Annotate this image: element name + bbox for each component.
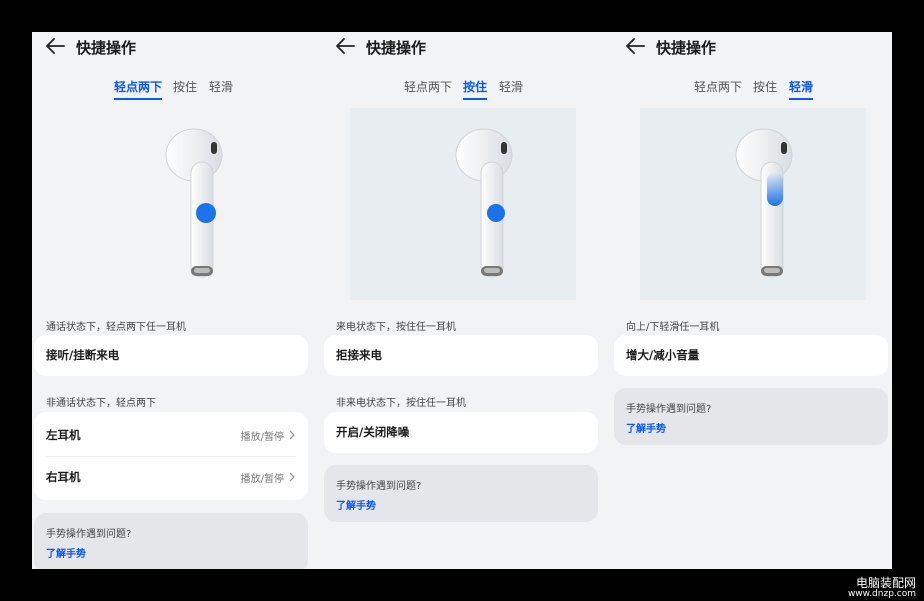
section-label: 非来电状态下，按住任一耳机 xyxy=(336,398,466,409)
header: 快捷操作 xyxy=(32,32,310,60)
row-label: 左耳机 xyxy=(46,428,81,442)
page-title: 快捷操作 xyxy=(656,39,717,57)
tab-double-tap[interactable]: 轻点两下 xyxy=(694,78,742,98)
tab-press-hold[interactable]: 按住 xyxy=(463,78,488,100)
row-label: 接听/挂断来电 xyxy=(46,348,120,362)
swipe-trail xyxy=(767,172,783,206)
hold-dot xyxy=(487,204,505,222)
earbud-icon xyxy=(165,128,223,278)
gesture-tabs: 轻点两下 按住 轻滑 xyxy=(32,78,310,100)
panel-swipe: 快捷操作 轻点两下 按住 轻滑 向上/下轻滑任一耳机 增大/减小音量 手势操作遇… xyxy=(612,32,890,569)
help-card: 手势操作遇到问题? 了解手势 xyxy=(34,513,308,569)
call-action-row[interactable]: 接听/挂断来电 xyxy=(46,335,296,375)
row-label: 右耳机 xyxy=(46,470,81,484)
tab-double-tap[interactable]: 轻点两下 xyxy=(404,78,452,98)
section-label: 非通话状态下，轻点两下 xyxy=(46,398,156,409)
section-label: 向上/下轻滑任一耳机 xyxy=(626,322,720,333)
row-value-text: 播放/暂停 xyxy=(240,473,284,485)
help-question: 手势操作遇到问题? xyxy=(336,481,422,492)
page-title: 快捷操作 xyxy=(76,39,137,57)
panel-press-hold: 快捷操作 轻点两下 按住 轻滑 来电状态下，按住任一耳机 拒接来电 非来电状态下… xyxy=(322,32,600,569)
tab-double-tap[interactable]: 轻点两下 xyxy=(114,78,163,100)
row-value-text: 播放/暂停 xyxy=(240,431,284,443)
settings-card: 开启/关闭降噪 xyxy=(324,412,598,453)
help-question: 手势操作遇到问题? xyxy=(46,529,132,540)
back-arrow-icon[interactable] xyxy=(624,36,646,56)
volume-row[interactable]: 增大/减小音量 xyxy=(626,335,876,375)
row-label: 开启/关闭降噪 xyxy=(336,425,410,439)
chevron-right-icon xyxy=(288,430,296,440)
settings-card: 拒接来电 xyxy=(324,335,598,376)
left-earbud-row[interactable]: 左耳机 播放/暂停 xyxy=(46,415,296,455)
tab-press-hold[interactable]: 按住 xyxy=(753,78,777,98)
learn-gestures-link[interactable]: 了解手势 xyxy=(46,545,86,560)
gesture-tabs: 轻点两下 按住 轻滑 xyxy=(322,78,600,100)
right-earbud-row[interactable]: 右耳机 播放/暂停 xyxy=(46,457,296,497)
header: 快捷操作 xyxy=(612,32,890,60)
earbud-icon xyxy=(735,128,793,278)
watermark-title: 电脑装配网 xyxy=(855,576,916,590)
panel-double-tap: 快捷操作 轻点两下 按住 轻滑 通话状态下，轻点两下任一耳机 接听/挂断来电 非… xyxy=(32,32,310,569)
earbud-illustration xyxy=(350,108,576,300)
earbud-icon xyxy=(455,128,513,278)
settings-card: 增大/减小音量 xyxy=(614,335,888,376)
row-label: 增大/减小音量 xyxy=(626,348,700,362)
settings-card: 左耳机 播放/暂停 右耳机 播放/暂停 xyxy=(34,412,308,500)
learn-gestures-link[interactable]: 了解手势 xyxy=(626,420,666,435)
help-card: 手势操作遇到问题? 了解手势 xyxy=(324,465,598,522)
help-card: 手势操作遇到问题? 了解手势 xyxy=(614,388,888,445)
row-value: 播放/暂停 xyxy=(241,428,296,443)
section-label: 来电状态下，按住任一耳机 xyxy=(336,322,456,333)
header: 快捷操作 xyxy=(322,32,600,60)
back-arrow-icon[interactable] xyxy=(334,36,356,56)
row-label: 拒接来电 xyxy=(336,348,382,362)
noise-cancel-row[interactable]: 开启/关闭降噪 xyxy=(336,412,586,452)
earbud-illustration xyxy=(640,108,866,300)
site-watermark: 电脑装配网 www.dnzp.com xyxy=(848,577,916,599)
reject-call-row[interactable]: 拒接来电 xyxy=(336,335,586,375)
help-question: 手势操作遇到问题? xyxy=(626,404,712,415)
back-arrow-icon[interactable] xyxy=(44,36,66,56)
earbud-illustration xyxy=(70,108,296,300)
tab-swipe[interactable]: 轻滑 xyxy=(209,78,233,98)
tab-swipe[interactable]: 轻滑 xyxy=(499,78,523,98)
watermark-url: www.dnzp.com xyxy=(847,589,916,599)
screenshot-collage: 快捷操作 轻点两下 按住 轻滑 通话状态下，轻点两下任一耳机 接听/挂断来电 非… xyxy=(32,32,892,569)
section-label: 通话状态下，轻点两下任一耳机 xyxy=(46,322,186,333)
gesture-tabs: 轻点两下 按住 轻滑 xyxy=(612,78,890,100)
row-value: 播放/暂停 xyxy=(241,470,296,485)
tab-press-hold[interactable]: 按住 xyxy=(173,78,197,98)
tap-dot xyxy=(196,203,216,223)
page-title: 快捷操作 xyxy=(366,39,427,57)
tab-swipe[interactable]: 轻滑 xyxy=(789,78,814,100)
settings-card: 接听/挂断来电 xyxy=(34,335,308,376)
chevron-right-icon xyxy=(288,472,296,482)
learn-gestures-link[interactable]: 了解手势 xyxy=(336,497,376,512)
